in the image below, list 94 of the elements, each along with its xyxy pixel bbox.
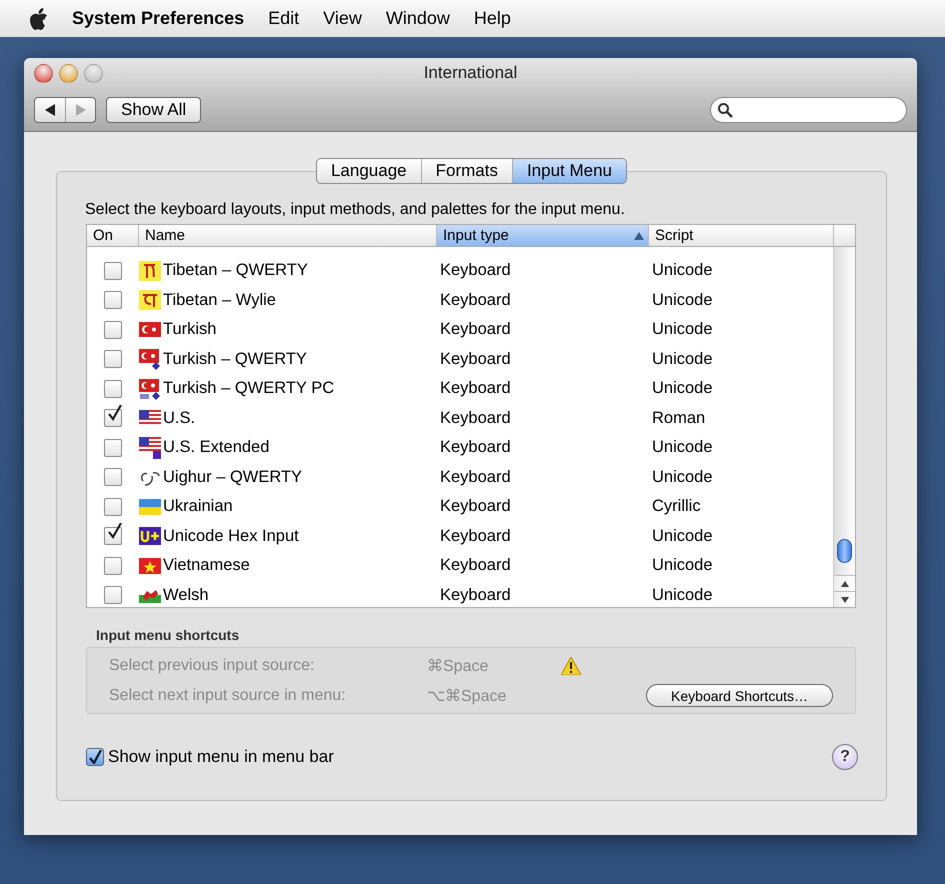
section-title: Input menu shortcuts — [96, 627, 240, 643]
table-cell-text: Unicode — [651, 290, 714, 310]
table-cell-text: Unicode — [651, 320, 714, 340]
checkbox[interactable] — [104, 350, 122, 368]
right-arrow-icon — [76, 104, 86, 116]
table-cell: Tibetan – Wylie — [163, 290, 276, 310]
shortcut-label: Select next input source in menu: — [109, 686, 347, 704]
checkbox[interactable] — [104, 380, 122, 398]
turkish-flag-icon — [139, 378, 161, 400]
us-flag-icon — [139, 410, 161, 426]
turkish-flag-icon — [139, 348, 161, 370]
minimize-button[interactable] — [59, 64, 78, 82]
table-cell-text: Keyboard — [439, 350, 512, 369]
tibetan-letter-icon — [139, 260, 161, 281]
column-header[interactable]: Input type — [436, 225, 648, 246]
help-button[interactable]: ? — [832, 744, 858, 770]
table-cell-text: Keyboard — [439, 261, 512, 280]
checkbox[interactable] — [104, 468, 122, 486]
table-cell-text: Keyboard — [439, 320, 512, 340]
menu-item[interactable]: Help — [474, 8, 511, 29]
table-cell: Ukrainian — [163, 497, 233, 516]
table-cell-text: Unicode — [651, 586, 714, 605]
table-cell: Turkish – QWERTY PC — [163, 379, 334, 398]
table-cell: U.S. Extended — [163, 438, 270, 458]
menu-item[interactable]: Window — [386, 8, 450, 29]
table-cell-text: Unicode — [651, 468, 714, 487]
table-cell: Welsh — [163, 586, 209, 605]
checkbox[interactable] — [104, 291, 122, 310]
table-cell: Turkish – QWERTY — [163, 350, 307, 369]
table-cell-text: Roman — [651, 408, 706, 428]
unicode-icon — [139, 527, 161, 546]
instruction-text: Select the keyboard layouts, input methods, and palettes for the input menu. — [85, 201, 626, 219]
scroll-up-button[interactable] — [834, 575, 855, 591]
checkbox-label: Show input menu in menu bar — [108, 747, 334, 767]
up-arrow-icon — [840, 580, 848, 586]
search-field[interactable] — [710, 96, 907, 122]
tab[interactable]: Input Menu — [512, 159, 626, 183]
turkish-flag-icon — [139, 320, 161, 340]
checkbox[interactable] — [104, 498, 122, 516]
menu-item[interactable]: Edit — [268, 8, 300, 29]
table-cell-text: Unicode — [651, 350, 714, 369]
table-cell-text: Unicode — [651, 438, 714, 458]
table-cell-text: Keyboard — [439, 526, 512, 546]
scroll-bar[interactable] — [833, 247, 855, 607]
tab[interactable]: Language — [316, 159, 421, 183]
scroll-thumb[interactable] — [837, 539, 852, 563]
back-forward-control[interactable] — [34, 96, 96, 122]
table-cell-text: Unicode — [651, 556, 714, 576]
keyboard-shortcuts-button[interactable]: Keyboard Shortcuts… — [646, 684, 833, 707]
table-cell: Tibetan – QWERTY — [163, 261, 308, 280]
table-cell-text: Keyboard — [439, 556, 512, 576]
welsh-flag-icon — [139, 587, 161, 604]
tibetan-letter-icon — [139, 290, 161, 310]
sort-arrow-icon — [634, 232, 644, 240]
column-header[interactable]: On — [87, 225, 138, 246]
table-cell: Turkish — [163, 320, 216, 340]
table-cell-text: Keyboard — [439, 379, 512, 398]
table-cell-text: Keyboard — [439, 438, 512, 458]
us-flag-icon — [139, 436, 161, 459]
vietnamese-flag-icon — [139, 558, 161, 574]
table-cell-text: Cyrillic — [651, 497, 702, 516]
checkbox[interactable] — [104, 438, 122, 457]
table-cell: Unicode Hex Input — [163, 526, 299, 546]
checkbox[interactable] — [86, 748, 104, 766]
table-cell: U.S. — [163, 408, 196, 428]
ukrainian-flag-icon — [139, 498, 161, 515]
shortcut-keys: ⌘Space — [427, 656, 561, 676]
table-cell-text: Unicode — [651, 379, 714, 398]
search-icon — [717, 102, 733, 118]
table-cell: Uighur – QWERTY — [163, 468, 302, 487]
app-menu[interactable]: System Preferences — [72, 8, 244, 29]
zoom-button[interactable] — [84, 64, 103, 82]
close-button[interactable] — [34, 64, 53, 82]
shortcut-label: Select previous input source: — [109, 657, 316, 675]
table-cell-text: Unicode — [651, 526, 714, 546]
show-all-button[interactable]: Show All — [106, 96, 202, 122]
apple-logo-icon[interactable] — [30, 8, 48, 30]
checkbox[interactable] — [104, 586, 122, 604]
checkbox[interactable] — [104, 556, 122, 575]
checkbox[interactable] — [104, 262, 122, 280]
table-cell-text: Keyboard — [439, 290, 512, 310]
menu-item[interactable]: View — [323, 8, 362, 29]
table-cell-text: Keyboard — [439, 497, 512, 516]
checkbox[interactable] — [104, 320, 122, 339]
table-cell-text: Keyboard — [439, 408, 512, 428]
scroll-down-button[interactable] — [834, 591, 855, 607]
down-arrow-icon — [840, 596, 848, 602]
table-cell-text: Unicode — [651, 261, 714, 280]
left-arrow-icon — [45, 104, 55, 116]
table-cell-text: Keyboard — [439, 468, 512, 487]
table-cell-text: Keyboard — [439, 586, 512, 605]
window-title: International — [424, 63, 518, 83]
shortcut-keys: ⌥⌘Space — [427, 686, 561, 706]
table-cell: Vietnamese — [163, 556, 250, 576]
